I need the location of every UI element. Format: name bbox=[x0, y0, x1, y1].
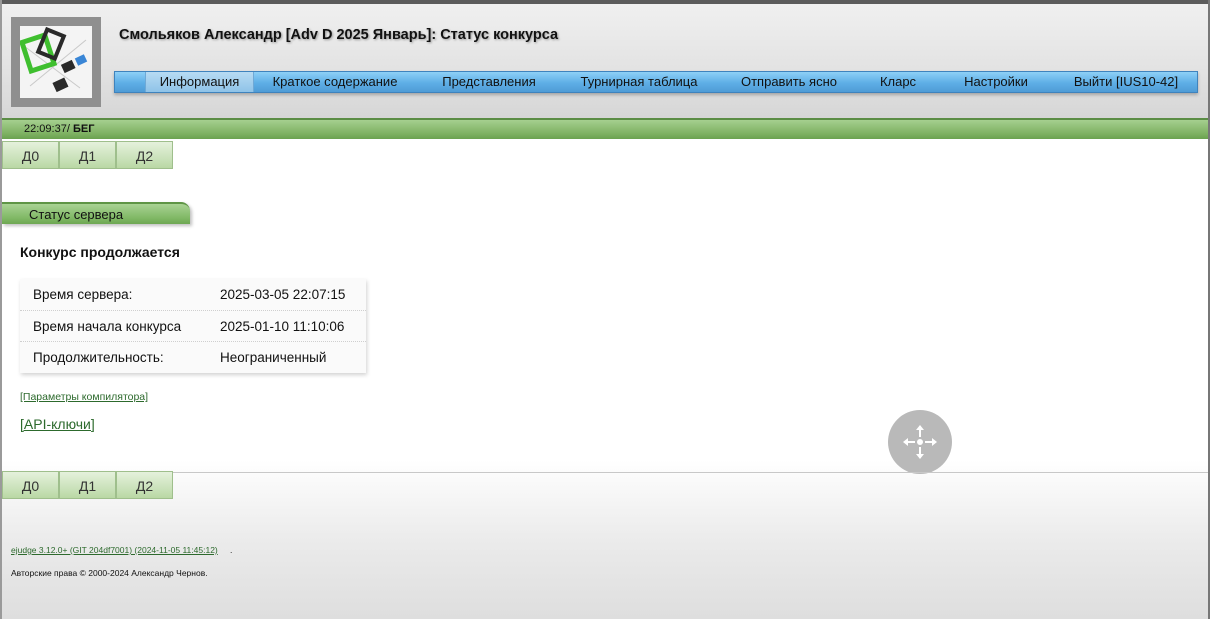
problem-tab-d1[interactable]: Д1 bbox=[59, 471, 116, 499]
menu-item-submissions[interactable]: Представления bbox=[433, 72, 545, 92]
row-value: Неограниченный bbox=[220, 350, 327, 365]
table-row: Время сервера: 2025-03-05 22:07:15 bbox=[20, 279, 366, 310]
row-label: Время сервера: bbox=[33, 287, 133, 302]
problem-tab-d2[interactable]: Д2 bbox=[116, 471, 173, 499]
ejudge-logo-icon bbox=[18, 26, 92, 98]
move-overlay-button[interactable] bbox=[888, 410, 952, 474]
main-menu: Информация Краткое содержание Представле… bbox=[114, 71, 1198, 93]
row-value: 2025-03-05 22:07:15 bbox=[220, 287, 346, 302]
menu-item-standings[interactable]: Турнирная таблица bbox=[573, 72, 705, 92]
server-clock: 22:09:37 bbox=[24, 123, 67, 135]
server-info-table: Время сервера: 2025-03-05 22:07:15 Время… bbox=[20, 279, 366, 373]
status-bar: 22:09:37/ БЕГ bbox=[0, 118, 1210, 139]
problem-tab-d1[interactable]: Д1 bbox=[59, 141, 116, 169]
row-label: Продолжительность: bbox=[33, 350, 164, 365]
contest-status-text: Конкурс продолжается bbox=[20, 244, 180, 260]
section-title: Статус сервера bbox=[29, 207, 124, 222]
menu-item-clars[interactable]: Кларс bbox=[873, 72, 923, 92]
version-suffix: . bbox=[230, 545, 233, 555]
row-value: 2025-01-10 11:10:06 bbox=[220, 319, 345, 334]
page-header: Смольяков Александр [Adv D 2025 Январь]:… bbox=[0, 4, 1210, 118]
problem-tab-d2[interactable]: Д2 bbox=[116, 141, 173, 169]
menu-item-summary[interactable]: Краткое содержание bbox=[265, 72, 405, 92]
move-arrows-icon bbox=[903, 425, 937, 459]
menu-item-info[interactable]: Информация bbox=[145, 72, 254, 92]
table-row: Продолжительность: Неограниченный bbox=[20, 341, 366, 373]
problem-tab-d0[interactable]: Д0 bbox=[2, 141, 59, 169]
logo-frame bbox=[11, 17, 101, 107]
compiler-params-link[interactable]: [Параметры компилятора] bbox=[20, 391, 148, 403]
table-row: Время начала конкурса 2025-01-10 11:10:0… bbox=[20, 310, 366, 342]
menu-item-submit-clar[interactable]: Отправить ясно bbox=[732, 72, 846, 92]
copyright-text: Авторские права © 2000-2024 Александр Че… bbox=[11, 568, 208, 578]
section-header-server-status: Статус сервера bbox=[2, 202, 190, 224]
problem-tab-d0[interactable]: Д0 bbox=[2, 471, 59, 499]
row-label: Время начала конкурса bbox=[33, 319, 182, 334]
api-keys-link[interactable]: [API-ключи] bbox=[20, 416, 95, 432]
content-divider bbox=[0, 472, 1210, 473]
version-link[interactable]: ejudge 3.12.0+ (GIT 204df7001) (2024-11-… bbox=[11, 545, 218, 555]
menu-item-logout[interactable]: Выйти [IUS10-42] bbox=[1070, 72, 1182, 92]
page-title: Смольяков Александр [Adv D 2025 Январь]:… bbox=[119, 27, 559, 43]
window-left-border bbox=[0, 0, 2, 619]
contest-state: БЕГ bbox=[72, 123, 95, 135]
status-time-state: 22:09:37/ БЕГ bbox=[24, 123, 95, 135]
menu-item-settings[interactable]: Настройки bbox=[955, 72, 1037, 92]
